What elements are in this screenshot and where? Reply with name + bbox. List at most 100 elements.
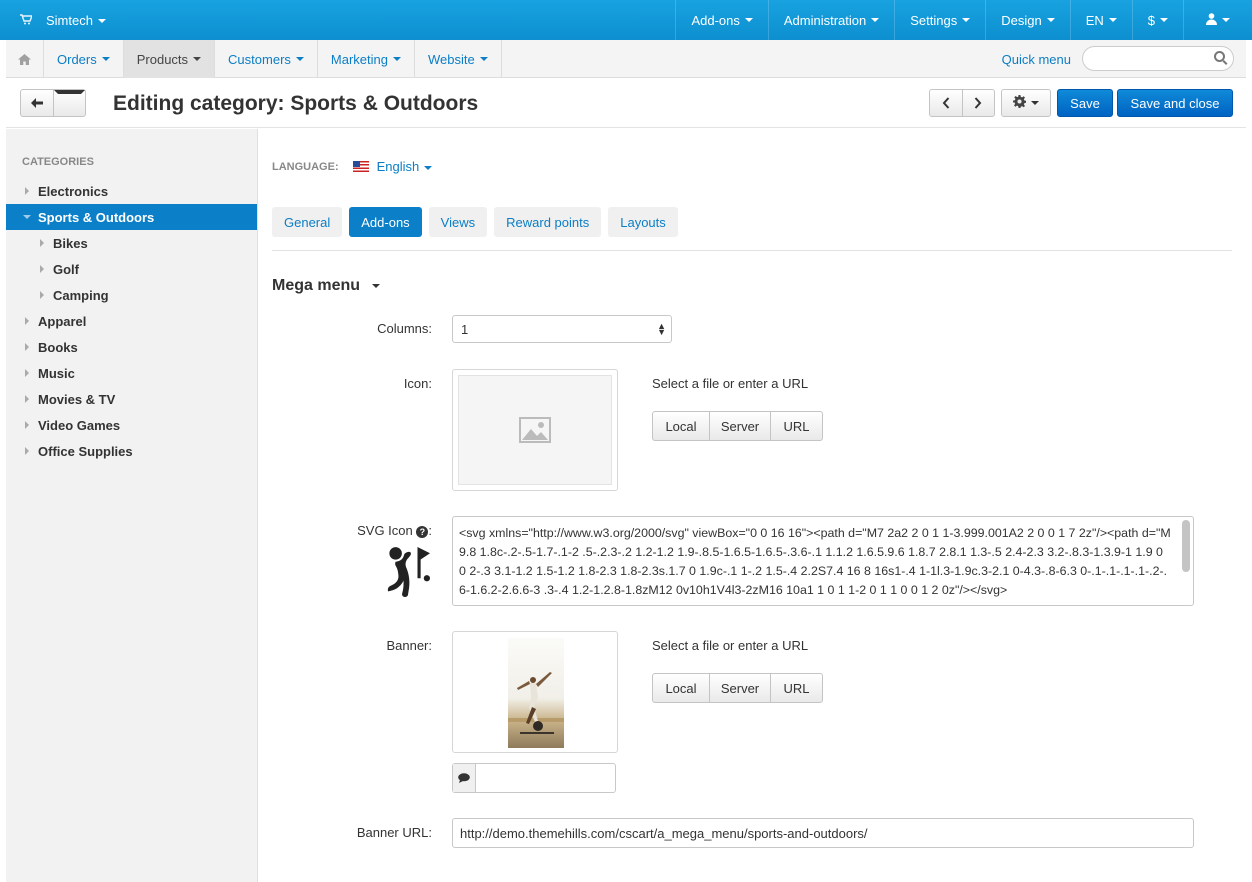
expand-arrow-icon[interactable] — [25, 343, 29, 351]
tab-add-ons[interactable]: Add-ons — [349, 207, 422, 237]
category-item-apparel[interactable]: Apparel — [6, 308, 257, 334]
expand-arrow-icon[interactable] — [25, 187, 29, 195]
section-header-mega-menu[interactable]: Mega menu — [272, 277, 381, 295]
category-label: Electronics — [38, 183, 109, 199]
image-placeholder — [458, 375, 612, 485]
icon-url-button[interactable]: URL — [771, 412, 822, 440]
banner-source-buttons: Local Server URL — [652, 673, 823, 703]
section-title: Mega menu — [272, 277, 361, 294]
tab-layouts[interactable]: Layouts — [608, 207, 678, 237]
banner-server-button[interactable]: Server — [710, 674, 771, 702]
textarea-scrollbar[interactable] — [1182, 520, 1190, 572]
expand-arrow-icon[interactable] — [25, 447, 29, 455]
banner-preview — [452, 631, 618, 753]
tab-views[interactable]: Views — [428, 207, 488, 237]
category-label: Office Supplies — [38, 443, 133, 459]
chevron-right-icon[interactable] — [961, 90, 995, 116]
menu-user[interactable] — [1183, 0, 1252, 40]
search-input[interactable] — [1082, 46, 1234, 71]
columns-value: 1 — [461, 321, 469, 337]
expand-arrow-icon[interactable] — [25, 395, 29, 403]
save-and-close-button[interactable]: Save and close — [1117, 89, 1233, 117]
nav-marketing[interactable]: Marketing — [318, 40, 415, 78]
expand-arrow-icon[interactable] — [40, 265, 44, 273]
category-item-video-games[interactable]: Video Games — [6, 412, 257, 438]
menu-language[interactable]: EN — [1069, 0, 1132, 40]
store-switcher[interactable]: Simtech — [20, 0, 106, 40]
category-item-camping[interactable]: Camping — [6, 282, 257, 308]
category-item-movies-tv[interactable]: Movies & TV — [6, 386, 257, 412]
image-placeholder-icon — [519, 417, 551, 443]
category-item-golf[interactable]: Golf — [6, 256, 257, 282]
tab-reward-points[interactable]: Reward points — [494, 207, 602, 237]
menu-settings[interactable]: Settings — [894, 0, 985, 40]
nav-website[interactable]: Website — [415, 40, 502, 78]
banner-select-hint: Select a file or enter a URL — [652, 638, 809, 653]
nav-customers[interactable]: Customers — [215, 40, 318, 78]
category-label: Video Games — [38, 417, 121, 433]
category-item-music[interactable]: Music — [6, 360, 257, 386]
banner-url-input[interactable]: http://demo.themehills.com/cscart/a_mega… — [452, 818, 1194, 848]
chevron-down-icon — [479, 57, 488, 61]
chevron-down-icon — [1222, 18, 1230, 22]
columns-select[interactable]: 1 ▲ ▼ — [452, 315, 672, 343]
svg-icon-label: SVG Icon ?: — [272, 523, 432, 538]
chevron-down-icon — [392, 57, 401, 61]
expand-arrow-icon[interactable] — [40, 291, 44, 299]
gear-icon — [1013, 95, 1027, 111]
expand-arrow-icon[interactable] — [25, 369, 29, 377]
nav-products[interactable]: Products — [123, 40, 216, 78]
search-icon — [1214, 51, 1225, 62]
chevron-down-icon — [53, 90, 85, 116]
category-item-books[interactable]: Books — [6, 334, 257, 360]
menu-label: EN — [1085, 12, 1104, 28]
category-item-sports-outdoors[interactable]: Sports & Outdoors — [6, 204, 257, 230]
menu-administration[interactable]: Administration — [767, 0, 894, 40]
category-item-electronics[interactable]: Electronics — [6, 178, 257, 204]
nav-label: Website — [427, 51, 475, 67]
columns-label: Columns: — [377, 321, 432, 336]
chevron-left-icon[interactable] — [930, 90, 962, 116]
language-dropdown[interactable]: English — [377, 159, 433, 174]
chevron-down-icon — [962, 18, 971, 22]
category-item-office-supplies[interactable]: Office Supplies — [6, 438, 257, 464]
menu-currency[interactable]: $ — [1131, 0, 1183, 40]
category-label: Books — [38, 339, 78, 355]
category-item-bikes[interactable]: Bikes — [6, 230, 257, 256]
icon-server-button[interactable]: Server — [710, 412, 771, 440]
expand-arrow-icon[interactable] — [40, 239, 44, 247]
nav-label: Customers — [228, 51, 291, 67]
collapse-arrow-icon[interactable] — [23, 215, 31, 219]
menu-design[interactable]: Design — [985, 0, 1069, 40]
nav-label: Products — [136, 51, 189, 67]
svg-icon-textarea[interactable]: <svg xmlns="http://www.w3.org/2000/svg" … — [452, 516, 1194, 606]
icon-local-button[interactable]: Local — [653, 412, 710, 440]
chevron-down-icon — [1031, 101, 1039, 105]
icon-source-buttons: Local Server URL — [652, 411, 823, 441]
menu-label: $ — [1147, 12, 1155, 28]
save-button[interactable]: Save — [1057, 89, 1113, 117]
comment-icon — [453, 764, 476, 792]
expand-arrow-icon[interactable] — [25, 421, 29, 429]
help-icon[interactable]: ? — [416, 525, 429, 538]
quick-menu-link[interactable]: Quick menu — [1002, 40, 1071, 78]
tab-bar: General Add-ons Views Reward points Layo… — [272, 207, 678, 237]
home-icon[interactable] — [6, 40, 44, 78]
banner-label: Banner: — [386, 638, 432, 653]
back-dropdown-toggle[interactable] — [52, 90, 85, 116]
chevron-down-icon — [97, 19, 106, 24]
settings-dropdown-button[interactable] — [1001, 89, 1051, 117]
menu-label: Design — [1001, 12, 1042, 28]
category-label: Sports & Outdoors — [38, 209, 155, 225]
chevron-down-icon — [1046, 18, 1055, 22]
language-value: English — [376, 159, 420, 174]
expand-arrow-icon[interactable] — [25, 317, 29, 325]
chevron-down-icon — [744, 18, 753, 22]
nav-orders[interactable]: Orders — [44, 40, 124, 78]
back-arrow-icon[interactable] — [21, 90, 53, 116]
banner-url-button[interactable]: URL — [771, 674, 822, 702]
banner-alt-text-field[interactable] — [452, 763, 616, 793]
menu-add-ons[interactable]: Add-ons — [675, 0, 767, 40]
banner-local-button[interactable]: Local — [653, 674, 710, 702]
tab-general[interactable]: General — [272, 207, 343, 237]
